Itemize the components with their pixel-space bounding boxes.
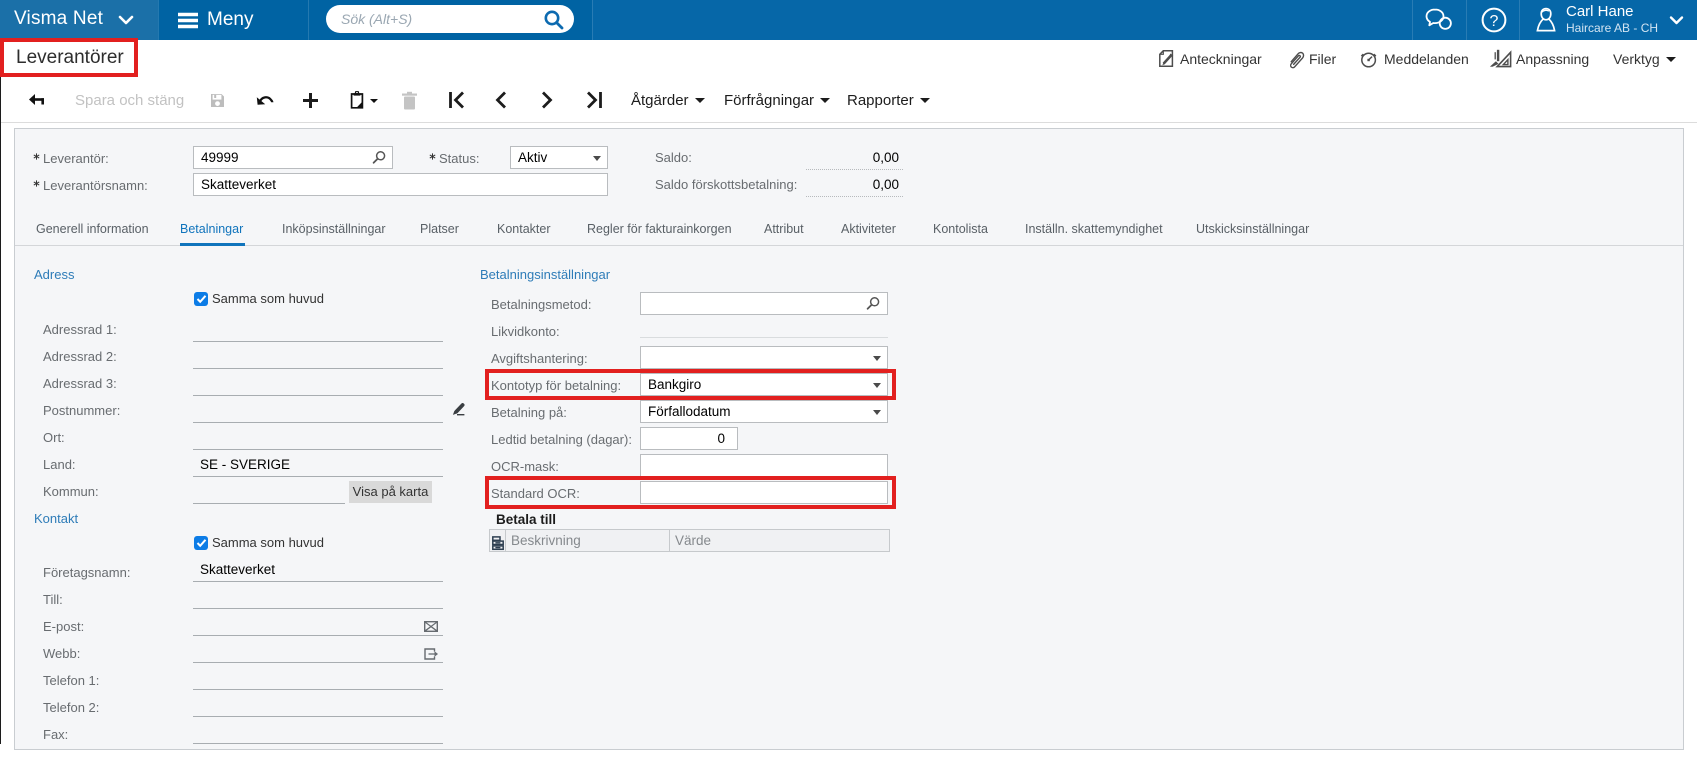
svg-text:?: ? (1490, 13, 1499, 30)
